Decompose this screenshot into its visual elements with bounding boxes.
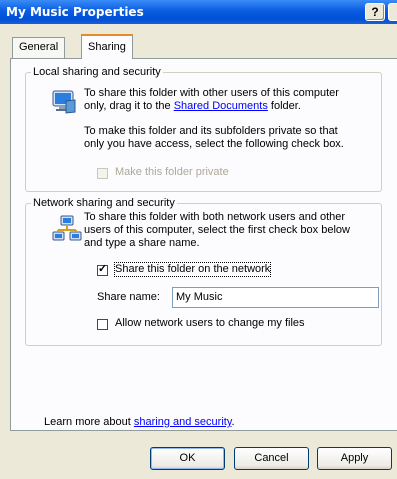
apply-button[interactable]: Apply [317, 447, 392, 470]
local-text-2: only, drag it to the Shared Documents fo… [84, 100, 301, 113]
tab-sharing[interactable]: Sharing [81, 34, 133, 59]
window-title: My Music Properties [6, 5, 144, 19]
network-group-label: Network sharing and security [31, 197, 177, 209]
title-bar[interactable]: My Music Properties ? [0, 0, 397, 24]
checkmark-icon: ✓ [98, 263, 108, 275]
cancel-button[interactable]: Cancel [234, 447, 309, 470]
ok-button[interactable]: OK [150, 447, 225, 470]
make-private-checkbox[interactable] [97, 168, 108, 179]
help-button[interactable]: ? [365, 3, 385, 21]
local-group-label: Local sharing and security [31, 66, 163, 78]
close-button[interactable] [388, 3, 397, 21]
share-folder-label[interactable]: Share this folder on the network [113, 262, 272, 277]
local-text-2-pre: only, drag it to the [84, 100, 174, 112]
network-text-2: users of this computer, select the first… [84, 224, 350, 236]
computer-icon [50, 87, 80, 120]
tab-general[interactable]: General [12, 37, 66, 58]
network-text-1: To share this folder with both network u… [84, 211, 346, 223]
local-text-1: To share this folder with other users of… [84, 87, 339, 99]
learn-more-post: . [231, 416, 235, 428]
local-text-4: only you have access, select the followi… [84, 138, 344, 150]
network-text-3: and type a share name. [84, 237, 200, 249]
share-folder-checkbox[interactable]: ✓ [97, 263, 108, 276]
local-text-2-post: folder. [267, 100, 301, 112]
local-text-3: To make this folder and its subfolders p… [84, 125, 338, 137]
allow-change-checkbox[interactable] [97, 319, 108, 330]
allow-change-label: Allow network users to change my files [115, 317, 305, 329]
network-share-icon [52, 215, 82, 248]
make-private-label: Make this folder private [115, 166, 229, 178]
share-name-label: Share name: [97, 291, 160, 303]
learn-more-pre: Learn more about [44, 416, 134, 428]
share-name-input[interactable]: My Music [172, 287, 379, 308]
learn-more-text: Learn more about sharing and security. [44, 416, 235, 429]
tab-sharing-label: Sharing [88, 41, 126, 53]
shared-documents-link[interactable]: Shared Documents [174, 100, 268, 112]
sharing-security-link[interactable]: sharing and security [134, 416, 232, 428]
